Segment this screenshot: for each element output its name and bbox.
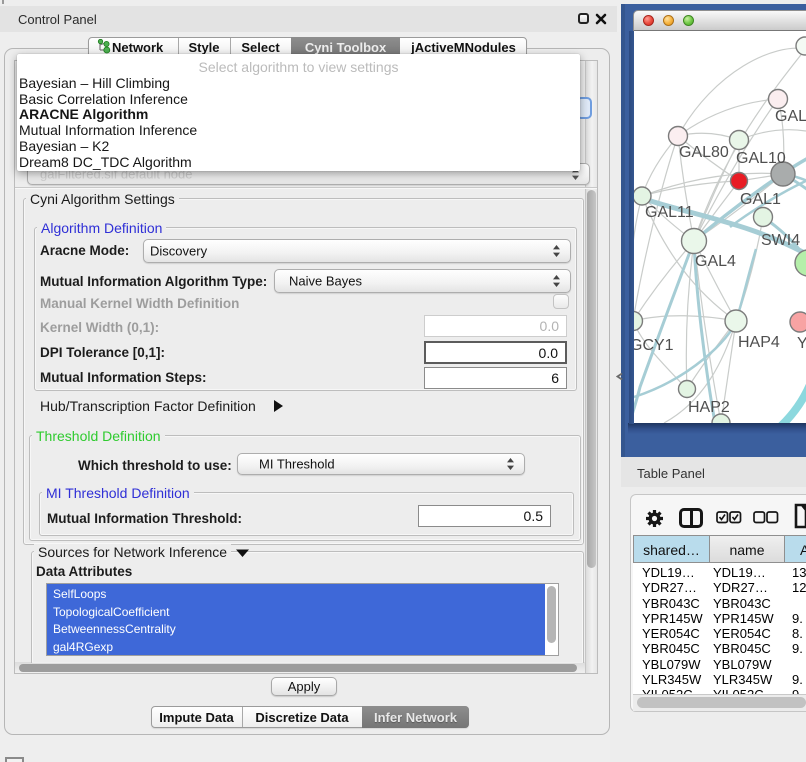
svg-text:GAL10: GAL10 xyxy=(736,150,786,167)
svg-text:SWI4: SWI4 xyxy=(761,232,800,249)
svg-text:GAL1: GAL1 xyxy=(740,191,781,208)
svg-text:GAL11: GAL11 xyxy=(645,204,694,221)
svg-text:GAL4: GAL4 xyxy=(695,253,736,270)
svg-text:Y: Y xyxy=(797,335,806,352)
svg-text:GAL80: GAL80 xyxy=(679,144,729,161)
svg-text:HAP4: HAP4 xyxy=(738,334,780,351)
svg-text:HAP2: HAP2 xyxy=(688,399,730,416)
svg-text:GAL: GAL xyxy=(775,108,806,125)
svg-text:GCY1: GCY1 xyxy=(634,337,674,354)
